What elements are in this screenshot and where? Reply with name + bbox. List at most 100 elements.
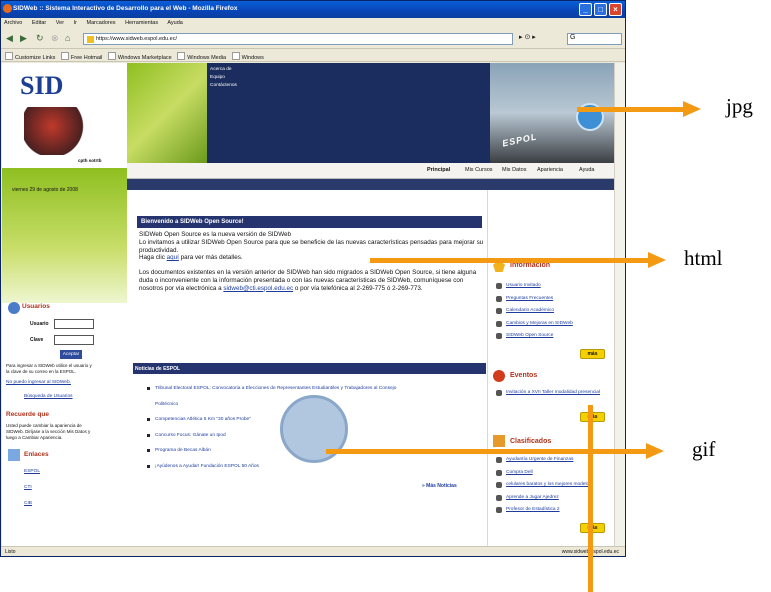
reminder-text: Usted puede cambiar la apariencia de SID… bbox=[6, 423, 91, 440]
firefox-icon bbox=[3, 4, 12, 13]
window-title: SIDWeb :: Sistema Interactivo de Desarro… bbox=[13, 5, 238, 12]
info-list: Usuario Invitado Preguntas Frecuentes Ca… bbox=[496, 280, 573, 343]
maximize-button[interactable]: □ bbox=[594, 3, 607, 16]
link-contactenos[interactable]: Contáctenos bbox=[210, 82, 237, 90]
back-icon[interactable]: ◀ bbox=[6, 33, 13, 44]
classified-item[interactable]: Aprende a Jugar Ajedrez bbox=[496, 492, 592, 505]
users-title: Usuarios bbox=[22, 303, 50, 310]
logo-subtitle: cpth sotrtb bbox=[78, 158, 102, 163]
bookmark-item[interactable]: Free Hotmail bbox=[61, 55, 102, 61]
search-input[interactable]: G bbox=[567, 33, 622, 45]
menu-herramientas[interactable]: Herramientas bbox=[125, 20, 158, 26]
home-icon[interactable]: ⌂ bbox=[65, 33, 70, 43]
link-acerca[interactable]: Acerca de bbox=[210, 66, 237, 74]
link-cti[interactable]: CTI bbox=[24, 485, 32, 490]
events-title: Eventos bbox=[510, 372, 538, 379]
header-banner-green bbox=[127, 63, 207, 163]
bookmark-item[interactable]: Windows Marketplace bbox=[108, 55, 172, 61]
user-label: Usuario bbox=[30, 321, 49, 327]
left-panel: Usuarios Usuario Clave Aceptar Para ingr… bbox=[2, 302, 127, 546]
welcome-line1: SIDWeb Open Source es la nueva versión d… bbox=[139, 231, 292, 238]
info-more-button[interactable]: más bbox=[580, 349, 605, 359]
classified-item[interactable]: celulares baratos y los mejores modelos bbox=[496, 479, 592, 492]
menu-ir[interactable]: Ir bbox=[74, 20, 77, 26]
tab-mis-datos[interactable]: Mis Datos bbox=[502, 167, 526, 173]
site-icon bbox=[87, 36, 94, 43]
user-input[interactable] bbox=[54, 319, 94, 329]
events-list: Invitación a XVII Taller modalidad prese… bbox=[496, 387, 600, 400]
user-search-link[interactable]: Búsqueda de Usuarios bbox=[24, 394, 73, 399]
status-bar: Listo www.sidweb.espol.edu.ec bbox=[1, 546, 625, 557]
details-link[interactable]: aquí bbox=[167, 254, 179, 261]
menu-editar[interactable]: Editar bbox=[32, 20, 46, 26]
link-cib[interactable]: CIB bbox=[24, 501, 32, 506]
gif-arrow-shaft bbox=[326, 449, 648, 454]
menu-marcadores[interactable]: Marcadores bbox=[86, 20, 115, 26]
news-item[interactable]: ¡Ayúdenos a Ayudar! Fundación ESPOL 50 A… bbox=[147, 459, 417, 475]
bookmark-item[interactable]: Windows Media bbox=[177, 55, 226, 61]
link-espol[interactable]: ESPOL bbox=[24, 469, 40, 474]
bookmark-item[interactable]: Windows bbox=[232, 55, 264, 61]
html-arrow-shaft bbox=[370, 258, 650, 263]
navigation-toolbar: ◀ ▶ ↻ ⊗ ⌂ https://www.sidweb.espol.edu.e… bbox=[1, 29, 625, 49]
tab-mis-cursos[interactable]: Mis Cursos bbox=[465, 167, 493, 173]
classified-item[interactable]: Ayudantía Urgente de Finanzas bbox=[496, 454, 592, 467]
info-item[interactable]: SIDWeb Open Source bbox=[496, 330, 573, 343]
jpg-arrowhead-icon bbox=[683, 101, 701, 117]
info-item[interactable]: Usuario Invitado bbox=[496, 280, 573, 293]
html-label: html bbox=[684, 246, 723, 270]
menu-archivo[interactable]: Archivo bbox=[4, 20, 22, 26]
password-input[interactable] bbox=[54, 335, 94, 345]
url-input[interactable]: https://www.sidweb.espol.edu.ec/ bbox=[83, 33, 513, 45]
welcome-text: SIDWeb Open Source es la nueva versión d… bbox=[139, 231, 484, 300]
stop-icon[interactable]: ⊗ bbox=[51, 33, 59, 44]
status-text: Listo bbox=[5, 549, 16, 555]
jpg-arrow-shaft bbox=[577, 107, 685, 112]
links-title: Enlaces bbox=[24, 451, 49, 458]
header-divider bbox=[127, 179, 614, 190]
tab-principal[interactable]: Principal bbox=[427, 167, 450, 173]
more-news-link[interactable]: » Más Noticias bbox=[422, 483, 457, 489]
forward-icon[interactable]: ▶ bbox=[20, 33, 27, 44]
tab-ayuda[interactable]: Ayuda bbox=[579, 167, 595, 173]
welcome-line2: Lo invitamos a utilizar SIDWeb Open Sour… bbox=[139, 238, 484, 254]
classified-item[interactable]: Profesor de Estadística 2 bbox=[496, 504, 592, 517]
login-problem-link[interactable]: No puedo ingresar al SIDWeb. bbox=[6, 380, 71, 385]
jpg-label: jpg bbox=[726, 94, 753, 118]
close-button[interactable]: × bbox=[609, 3, 622, 16]
login-button[interactable]: Aceptar bbox=[60, 350, 82, 359]
title-bar: SIDWeb :: Sistema Interactivo de Desarro… bbox=[1, 1, 625, 18]
menu-ver[interactable]: Ver bbox=[56, 20, 64, 26]
go-icon[interactable]: ▸ ⊙ ▸ bbox=[519, 33, 536, 41]
sidweb-logo[interactable]: SID bbox=[20, 71, 63, 101]
info-item[interactable]: Preguntas Frecuentes bbox=[496, 293, 573, 306]
menu-ayuda[interactable]: Ayuda bbox=[167, 20, 183, 26]
info-item[interactable]: Calendario Académico bbox=[496, 305, 573, 318]
tab-apariencia[interactable]: Apariencia bbox=[537, 167, 563, 173]
reload-icon[interactable]: ↻ bbox=[36, 33, 44, 44]
event-item[interactable]: Invitación a XVII Taller modalidad prese… bbox=[496, 387, 600, 400]
welcome-para2-end: o por vía telefónica al 2-269-775 ó 2-26… bbox=[294, 284, 423, 292]
events-icon bbox=[493, 370, 505, 382]
info-item[interactable]: Cambios y Mejoras en SIDWeb bbox=[496, 318, 573, 331]
link-equipo[interactable]: Equipo bbox=[210, 74, 237, 82]
welcome-title: Bienvenido a SIDWeb Open Source! bbox=[137, 216, 482, 228]
email-link[interactable]: sidweb@cti.espol.edu.ec bbox=[223, 285, 293, 292]
classified-item[interactable]: Compra Dell bbox=[496, 467, 592, 480]
current-date: viernes 29 de agosto de 2008 bbox=[12, 187, 78, 193]
vertical-scrollbar[interactable] bbox=[614, 63, 625, 546]
password-label: Clave bbox=[30, 337, 44, 343]
bookmark-item[interactable]: Customize Links bbox=[5, 55, 55, 61]
news-item[interactable]: Tribunal Electoral ESPOL: Convocatoria a… bbox=[147, 381, 417, 412]
links-icon bbox=[8, 449, 20, 461]
login-help: Para ingresar a SIDWeb utilice el usuari… bbox=[6, 363, 92, 374]
welcome-line3-end: para ver más detalles. bbox=[180, 254, 243, 262]
classifieds-icon bbox=[493, 435, 505, 447]
page-viewport: SID cpth sotrtb Acerca de Equipo Contáct… bbox=[2, 63, 614, 546]
gif-bracket-bar bbox=[588, 405, 593, 592]
html-arrowhead-icon bbox=[648, 252, 666, 268]
welcome-line3: Haga clic bbox=[139, 254, 165, 262]
minimize-button[interactable]: _ bbox=[579, 3, 592, 16]
users-icon bbox=[8, 302, 20, 314]
knight-icon bbox=[24, 107, 94, 155]
